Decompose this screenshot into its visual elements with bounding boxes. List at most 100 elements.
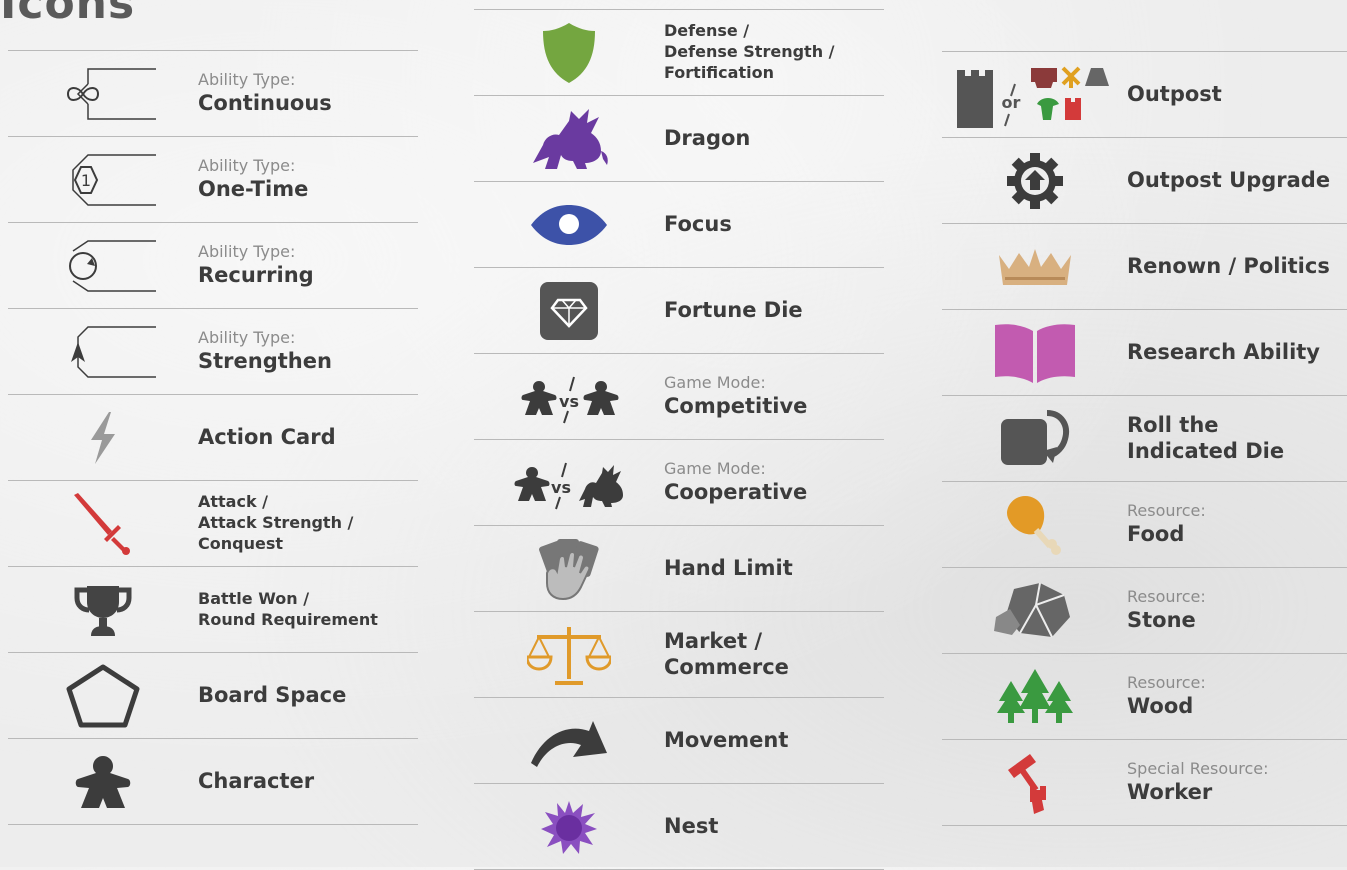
board-space-label: Board Space	[198, 682, 347, 707]
nest-label: Nest	[664, 813, 719, 838]
legend-row-one-time: 1 Ability Type: One-Time	[8, 136, 418, 222]
fortune-die-label: Fortune Die	[664, 297, 803, 322]
stone-icon	[993, 582, 1070, 637]
ability-type-label: Ability Type:	[198, 70, 296, 90]
attack-line-2: Attack Strength /	[198, 513, 354, 533]
legend-row-nest: Nest	[474, 783, 884, 870]
legend-row-strengthen: Ability Type: Strengthen	[8, 308, 418, 394]
icon-column-1: Ability Type: Continuous 1 Ability Type:…	[8, 50, 418, 825]
legend-row-stone: Resource: Stone	[942, 567, 1347, 653]
cooperative-mode-icon: vs	[514, 462, 623, 509]
legend-row-wood: Resource: Wood	[942, 653, 1347, 739]
one-time-number: 1	[81, 171, 91, 190]
market-label-line-2: Commerce	[664, 654, 789, 679]
food-label: Food	[1127, 522, 1185, 547]
dragon-label: Dragon	[664, 125, 751, 150]
competitive-label: Competitive	[664, 394, 808, 419]
resource-label: Resource:	[1127, 673, 1206, 693]
legend-row-dragon: Dragon	[474, 95, 884, 181]
sword-icon	[74, 492, 130, 555]
stone-label: Stone	[1127, 608, 1196, 633]
legend-row-research: Research Ability	[942, 309, 1347, 395]
page-title: Icons	[0, 0, 136, 29]
nest-icon	[541, 800, 597, 854]
legend-row-character: Character	[8, 738, 418, 825]
battle-won-line-1: Battle Won /	[198, 588, 310, 608]
research-label: Research Ability	[1127, 339, 1320, 364]
renown-label: Renown / Politics	[1127, 253, 1330, 278]
icon-column-3: or Outpost Outpost Upgrade Renown / Poli…	[942, 51, 1347, 826]
cooperative-label: Cooperative	[664, 480, 808, 505]
gear-icon	[1006, 152, 1063, 209]
resource-label: Resource:	[1127, 587, 1206, 607]
ability-type-label: Ability Type:	[198, 328, 296, 348]
movement-label: Movement	[664, 727, 789, 752]
eye-icon	[531, 204, 607, 245]
roll-die-label-line-2: Indicated Die	[1127, 438, 1285, 463]
recurring-ability-icon	[69, 239, 156, 292]
crown-icon	[998, 248, 1071, 285]
legend-row-defense: Defense / Defense Strength / Fortificati…	[474, 9, 884, 95]
attack-line-1: Attack /	[198, 492, 269, 512]
dragon-icon	[533, 108, 608, 169]
wood-label: Wood	[1127, 694, 1194, 719]
hand-cards-icon	[539, 538, 599, 600]
competitive-mode-icon: vs	[521, 376, 619, 423]
pentagon-icon	[66, 664, 140, 727]
roll-die-icon	[1000, 409, 1069, 465]
legend-row-hand-limit: Hand Limit	[474, 525, 884, 611]
worker-icon	[1007, 753, 1046, 814]
continuous-ability-icon	[66, 67, 156, 120]
curved-arrow-icon	[531, 720, 607, 767]
action-card-label: Action Card	[198, 424, 336, 449]
book-icon	[994, 323, 1075, 383]
outpost-label: Outpost	[1127, 81, 1222, 106]
continuous-label: Continuous	[198, 91, 332, 116]
game-mode-label: Game Mode:	[664, 373, 766, 393]
legend-row-continuous: Ability Type: Continuous	[8, 50, 418, 136]
shield-icon	[543, 22, 595, 83]
defense-line-2: Defense Strength /	[664, 42, 835, 62]
legend-row-recurring: Ability Type: Recurring	[8, 222, 418, 308]
focus-label: Focus	[664, 211, 732, 236]
legend-row-worker: Special Resource: Worker	[942, 739, 1347, 826]
legend-row-movement: Movement	[474, 697, 884, 783]
resource-label: Resource:	[1127, 501, 1206, 521]
legend-row-fortune-die: Fortune Die	[474, 267, 884, 353]
outpost-icon: or	[956, 66, 1109, 128]
hand-limit-label: Hand Limit	[664, 555, 793, 580]
legend-row-renown: Renown / Politics	[942, 223, 1347, 309]
legend-row-cooperative: vs Game Mode: Cooperative	[474, 439, 884, 525]
legend-row-focus: Focus	[474, 181, 884, 267]
defense-line-3: Fortification	[664, 62, 774, 82]
drumstick-icon	[1006, 495, 1061, 555]
ability-type-label: Ability Type:	[198, 156, 296, 176]
outpost-upgrade-label: Outpost Upgrade	[1127, 167, 1331, 192]
legend-row-attack: Attack / Attack Strength / Conquest	[8, 480, 418, 566]
legend-row-competitive: vs Game Mode: Competitive	[474, 353, 884, 439]
worker-label: Worker	[1127, 780, 1213, 805]
recurring-label: Recurring	[198, 263, 314, 288]
ability-type-label: Ability Type:	[198, 242, 296, 262]
legend-row-roll-die: Roll the Indicated Die	[942, 395, 1347, 481]
lightning-icon	[91, 411, 115, 464]
icon-column-2: Defense / Defense Strength / Fortificati…	[474, 9, 884, 870]
roll-die-label-line-1: Roll the	[1127, 413, 1219, 438]
legend-row-board-space: Board Space	[8, 652, 418, 738]
one-time-label: One-Time	[198, 177, 309, 202]
vs-text: vs	[559, 392, 579, 411]
trophy-icon	[74, 585, 132, 636]
legend-row-outpost: or Outpost	[942, 51, 1347, 137]
legend-row-food: Resource: Food	[942, 481, 1347, 567]
defense-line-1: Defense /	[664, 21, 750, 41]
meeple-icon	[75, 755, 131, 808]
game-mode-label: Game Mode:	[664, 459, 766, 479]
legend-row-battle-won: Battle Won / Round Requirement	[8, 566, 418, 652]
vs-text: vs	[551, 478, 571, 497]
scales-icon	[527, 626, 611, 685]
legend-row-market: Market / Commerce	[474, 611, 884, 697]
trees-icon	[996, 668, 1073, 723]
legend-row-outpost-upgrade: Outpost Upgrade	[942, 137, 1347, 223]
battle-won-line-2: Round Requirement	[198, 609, 378, 629]
one-time-ability-icon: 1	[72, 153, 156, 206]
